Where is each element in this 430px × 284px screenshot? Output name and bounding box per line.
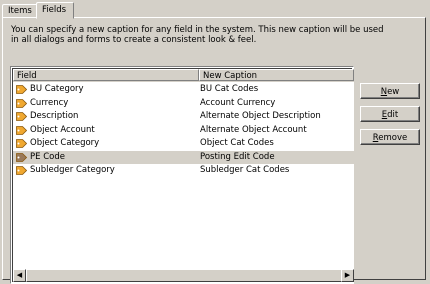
list-header: Field New Caption [13,69,354,82]
tag-icon [16,166,27,175]
caption-cell: BU Cat Codes [200,84,259,94]
tag-icon [16,139,27,148]
tag-icon [16,125,27,135]
field-cell: Subledger Category [30,165,115,175]
field-caption-list[interactable]: Field New Caption BU Category BU Cat Code… [10,66,354,284]
remove-button[interactable]: Remove [360,129,420,145]
tab-fields[interactable]: Fields [36,2,74,19]
tag-icon [16,85,27,94]
horizontal-scrollbar[interactable]: ◀ ▶ [13,269,354,282]
field-cell: Description [30,111,79,121]
edit-button-label: Edit [381,110,399,120]
description-text: You can specify a new caption for any fi… [11,25,384,45]
tab-items-label: Items [8,6,32,16]
field-cell: PE Code [30,151,65,162]
table-row[interactable]: Description Alternate Object Description [13,110,354,123]
tab-items[interactable]: Items [2,4,38,18]
table-row[interactable]: BU Category BU Cat Codes [13,83,354,96]
caption-cell: Posting Edit Code [200,151,275,162]
field-cell: BU Category [30,84,84,94]
caption-cell: Object Cat Codes [200,138,274,148]
tag-icon [16,152,27,162]
arrow-left-icon: ◀ [16,271,23,279]
column-header-field[interactable]: Field [13,69,199,81]
field-cell: Object Account [30,124,95,135]
caption-cell: Subledger Cat Codes [200,165,290,175]
remove-button-label: Remove [372,133,408,143]
table-row[interactable]: Object Category Object Cat Codes [13,137,354,150]
scroll-left-button[interactable]: ◀ [13,269,26,282]
new-button-label: New [380,87,400,97]
edit-button[interactable]: Edit [360,106,420,122]
caption-cell: Alternate Object Description [200,111,321,121]
field-cell: Currency [30,97,69,108]
field-cell: Object Category [30,138,100,148]
table-row[interactable]: PE Code Posting Edit Code [13,150,354,164]
fields-panel: You can specify a new caption for any fi… [2,17,426,284]
table-row[interactable]: Subledger Category Subledger Cat Codes [13,164,354,177]
new-button[interactable]: New [360,83,420,99]
arrow-right-icon: ▶ [344,271,351,279]
caption-cell: Alternate Object Account [200,124,307,135]
scroll-right-button[interactable]: ▶ [341,269,354,282]
table-row[interactable]: Object Account Alternate Object Account [13,124,354,137]
column-header-field-label: Field [17,71,37,81]
caption-cell: Account Currency [200,97,276,108]
table-row[interactable]: Currency Account Currency [13,97,354,110]
tag-icon [16,112,27,121]
scroll-thumb[interactable] [26,269,342,282]
column-header-new-caption[interactable]: New Caption [199,69,354,81]
column-header-caption-label: New Caption [203,71,258,81]
tab-fields-label: Fields [42,5,67,15]
tag-icon [16,98,27,108]
